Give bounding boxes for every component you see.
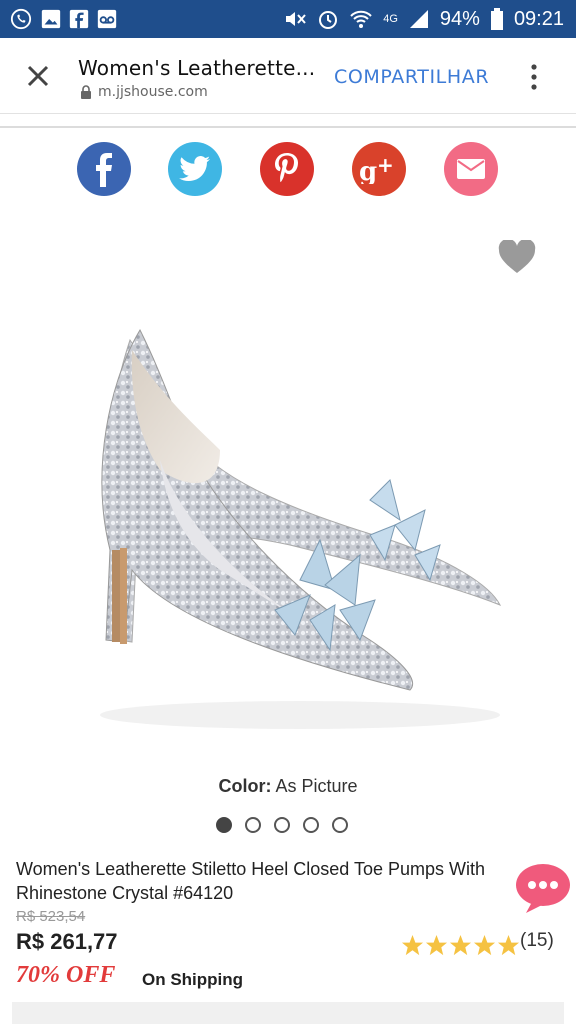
battery-icon bbox=[490, 8, 503, 30]
rating-stars bbox=[401, 934, 520, 957]
page-url: m.jjshouse.com bbox=[98, 84, 208, 100]
wifi-icon bbox=[350, 10, 372, 28]
close-icon[interactable] bbox=[22, 60, 54, 92]
divider bbox=[0, 126, 576, 128]
page-title: Women's Leatherette... bbox=[78, 56, 316, 80]
facebook-icon bbox=[96, 153, 112, 187]
browser-toolbar: Women's Leatherette... m.jjshouse.com CO… bbox=[0, 38, 576, 114]
lock-icon bbox=[81, 85, 91, 99]
pagination-dot[interactable] bbox=[303, 817, 319, 833]
pagination-dot[interactable] bbox=[245, 817, 261, 833]
signal-icon bbox=[409, 10, 428, 28]
pagination-dot[interactable] bbox=[274, 817, 290, 833]
original-price: R$ 523,54 bbox=[16, 908, 86, 925]
color-label: Color: bbox=[218, 776, 272, 796]
star-icon bbox=[449, 934, 472, 956]
svg-text:+: + bbox=[377, 154, 394, 177]
clock: 09:21 bbox=[513, 7, 564, 30]
pinterest-share-button[interactable] bbox=[260, 142, 314, 196]
voicemail-icon bbox=[97, 9, 117, 29]
color-option: Color: As Picture bbox=[0, 776, 576, 797]
shipping-label: On Shipping bbox=[142, 970, 244, 989]
google-plus-share-button[interactable]: g + bbox=[352, 142, 406, 196]
facebook-icon bbox=[69, 9, 89, 29]
whatsapp-icon bbox=[10, 8, 32, 30]
image-icon bbox=[41, 9, 61, 29]
url-row: m.jjshouse.com bbox=[80, 84, 208, 100]
review-count[interactable]: (15) bbox=[520, 930, 554, 952]
star-icon bbox=[497, 934, 520, 956]
email-icon bbox=[457, 159, 485, 179]
twitter-icon bbox=[179, 156, 210, 182]
pagination-dot[interactable] bbox=[332, 817, 348, 833]
bottom-panel bbox=[12, 1002, 564, 1024]
share-button[interactable]: COMPARTILHAR bbox=[334, 66, 489, 88]
favorite-heart-icon[interactable] bbox=[498, 240, 536, 274]
network-type: 4G bbox=[383, 13, 398, 25]
facebook-share-button[interactable] bbox=[77, 142, 131, 196]
star-icon bbox=[473, 934, 496, 956]
battery-percent: 94% bbox=[439, 7, 480, 30]
status-bar: 4G 94% 09:21 bbox=[0, 0, 576, 38]
status-right: 4G 94% 09:21 bbox=[283, 6, 564, 32]
pinterest-icon bbox=[275, 153, 298, 183]
alarm-icon bbox=[319, 11, 338, 29]
email-share-button[interactable] bbox=[444, 142, 498, 196]
image-pagination bbox=[216, 817, 348, 833]
more-options-icon[interactable] bbox=[522, 62, 546, 92]
twitter-share-button[interactable] bbox=[168, 142, 222, 196]
star-icon bbox=[425, 934, 448, 956]
color-value: As Picture bbox=[275, 776, 358, 796]
star-icon bbox=[401, 934, 424, 956]
discount-badge: 70% OFF bbox=[16, 962, 116, 988]
product-name: Women's Leatherette Stiletto Heel Closed… bbox=[16, 859, 486, 903]
google-plus-icon: g + bbox=[359, 154, 394, 184]
product-image[interactable] bbox=[70, 320, 510, 740]
svg-text:g: g bbox=[359, 157, 377, 184]
mute-icon bbox=[286, 12, 306, 26]
sale-price: R$ 261,77 bbox=[16, 929, 118, 954]
pagination-dot-active[interactable] bbox=[216, 817, 232, 833]
chat-icon[interactable] bbox=[514, 860, 572, 914]
